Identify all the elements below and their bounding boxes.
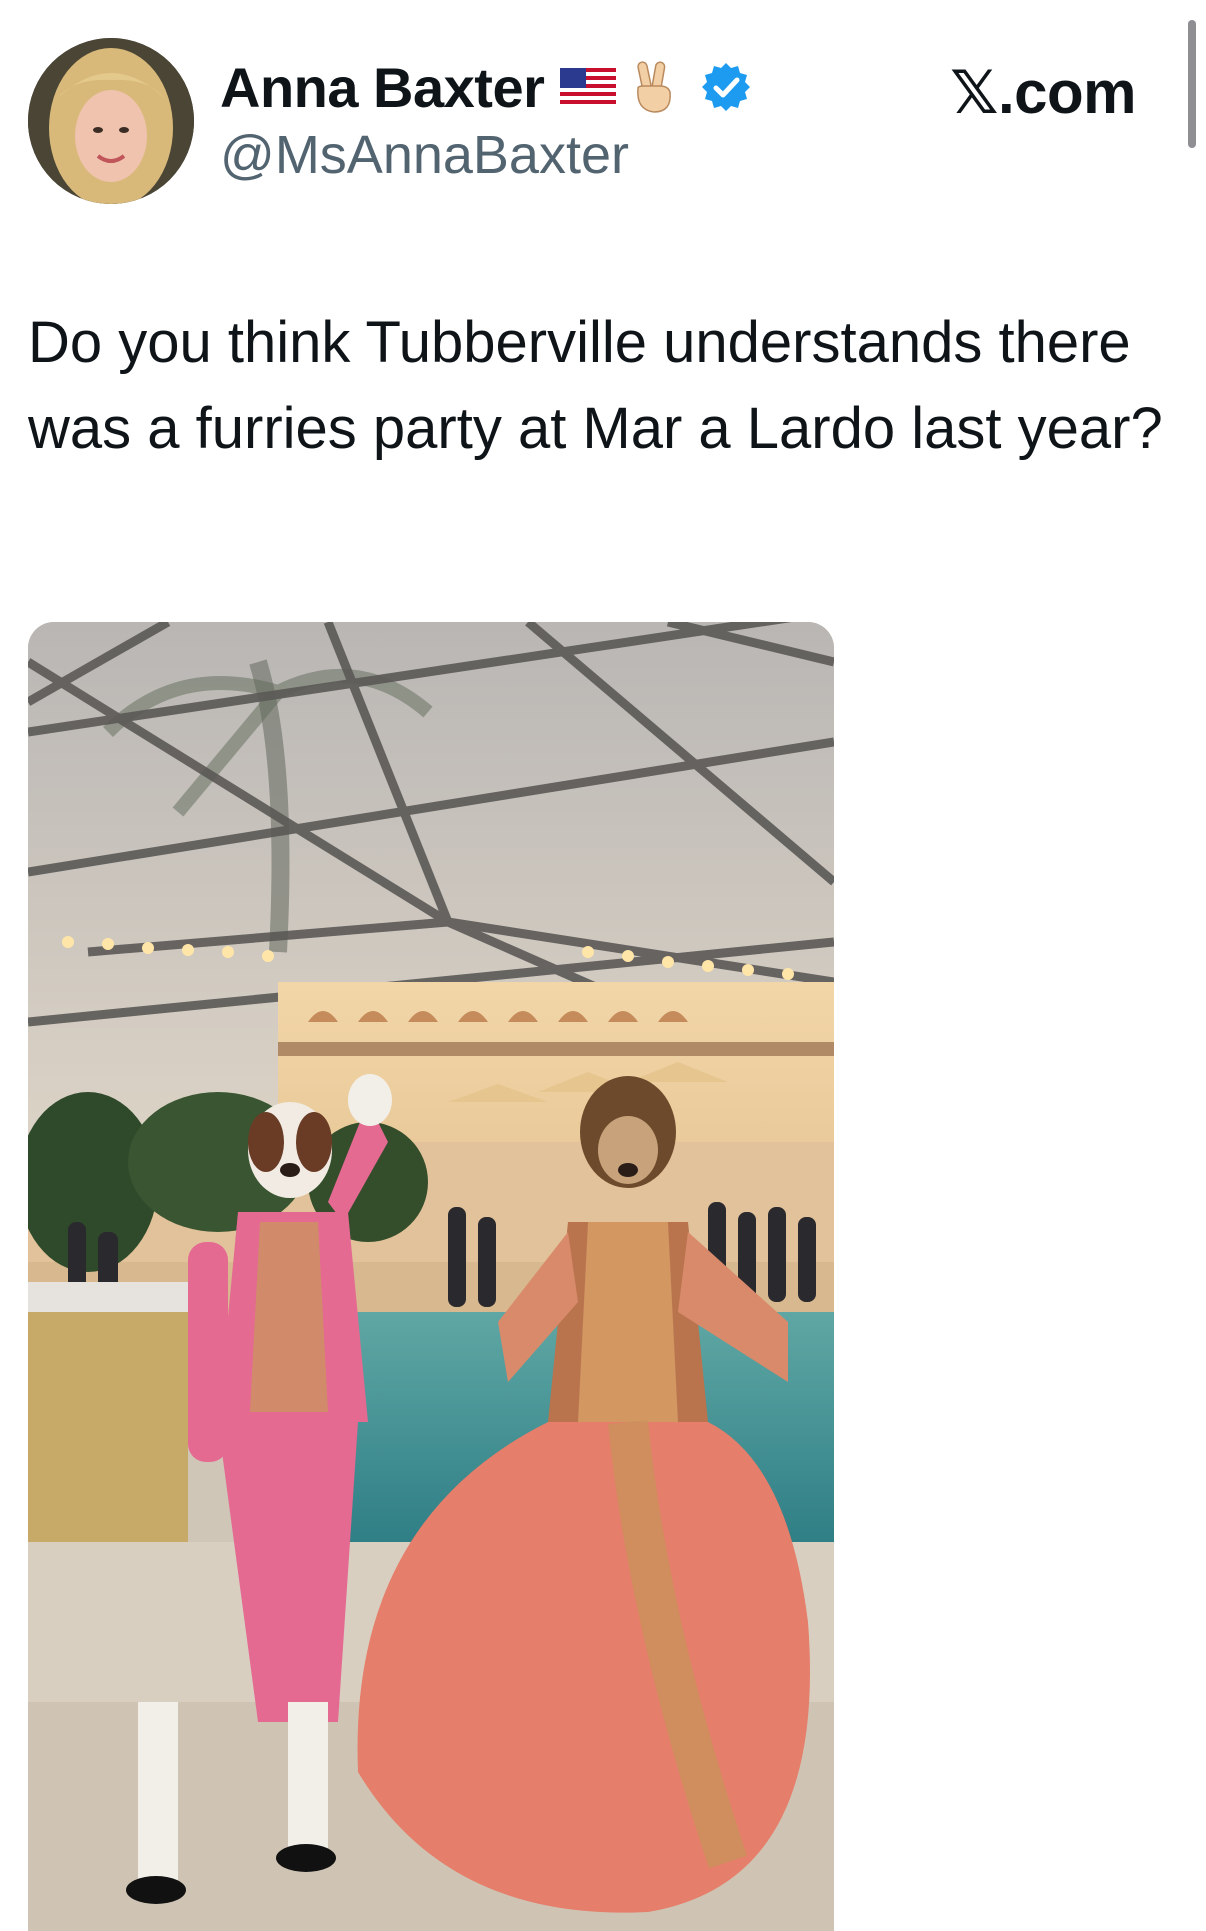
author-handle[interactable]: @MsAnnaBaxter [220,124,629,186]
scrollbar[interactable] [1188,20,1196,148]
tweet-media-image[interactable] [28,622,834,1931]
verified-badge-icon[interactable] [700,61,752,113]
avatar[interactable] [28,38,194,204]
us-flag-icon [560,68,617,106]
author-name-row: Anna Baxter [220,54,752,120]
display-name[interactable]: Anna Baxter [220,55,545,120]
victory-hand-icon [637,61,672,113]
avatar-photo [28,38,194,204]
tweet-text: Do you think Tubberville understands the… [28,310,1163,461]
media-photo [28,622,834,1931]
site-label: 𝕏.com [950,59,1136,126]
